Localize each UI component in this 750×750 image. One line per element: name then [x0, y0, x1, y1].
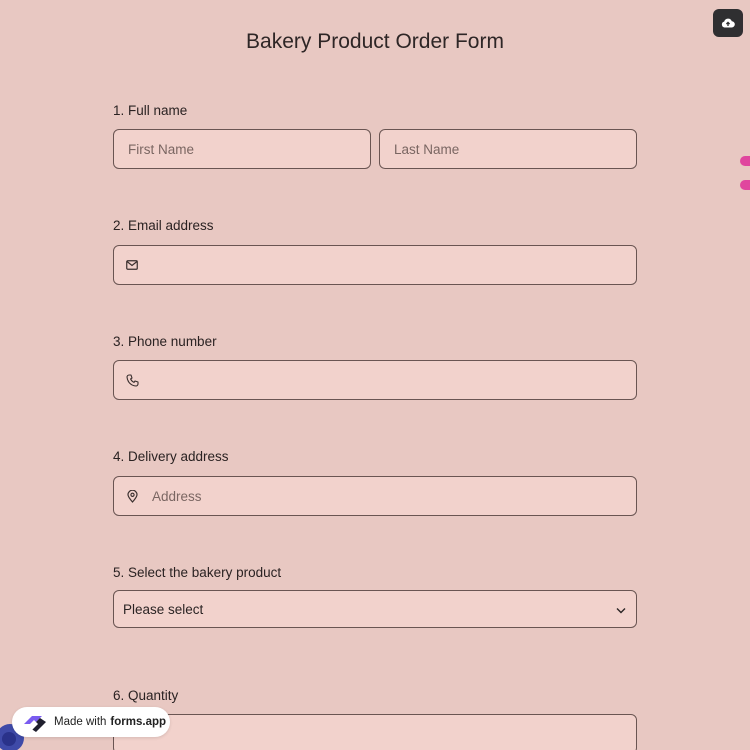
address-placeholder: Address [152, 488, 202, 504]
question-label: 4. Delivery address [113, 449, 229, 464]
last-name-input[interactable]: Last Name [379, 129, 637, 169]
last-name-placeholder: Last Name [394, 141, 460, 157]
brand-name: forms.app [110, 716, 167, 728]
chevron-down-icon [616, 602, 626, 617]
decorative-blob [740, 156, 750, 166]
phone-input[interactable] [113, 360, 637, 400]
decorative-blob [740, 180, 750, 190]
first-name-placeholder: First Name [128, 141, 195, 157]
question-label: 6. Quantity [113, 688, 179, 703]
quantity-input[interactable] [113, 714, 637, 750]
email-input[interactable] [113, 245, 637, 285]
forms-app-logo-icon [24, 716, 46, 732]
made-with-text: Made with [54, 716, 107, 728]
phone-icon [124, 372, 140, 388]
save-progress-button[interactable] [713, 9, 743, 37]
product-select-value: Please select [123, 601, 204, 617]
address-input[interactable]: Address [113, 476, 637, 516]
made-with-badge[interactable]: Made with forms.app [12, 707, 170, 737]
first-name-input[interactable]: First Name [113, 129, 371, 169]
question-label: 5. Select the bakery product [113, 565, 282, 580]
product-select[interactable]: Please select [113, 590, 637, 628]
question-label: 1. Full name [113, 103, 188, 118]
decorative-circle [2, 732, 16, 746]
question-label: 2. Email address [113, 218, 214, 233]
cloud-upload-icon [721, 18, 735, 28]
question-label: 3. Phone number [113, 334, 217, 349]
form-title: Bakery Product Order Form [246, 30, 504, 53]
envelope-icon [124, 257, 140, 273]
map-pin-icon [124, 488, 140, 504]
